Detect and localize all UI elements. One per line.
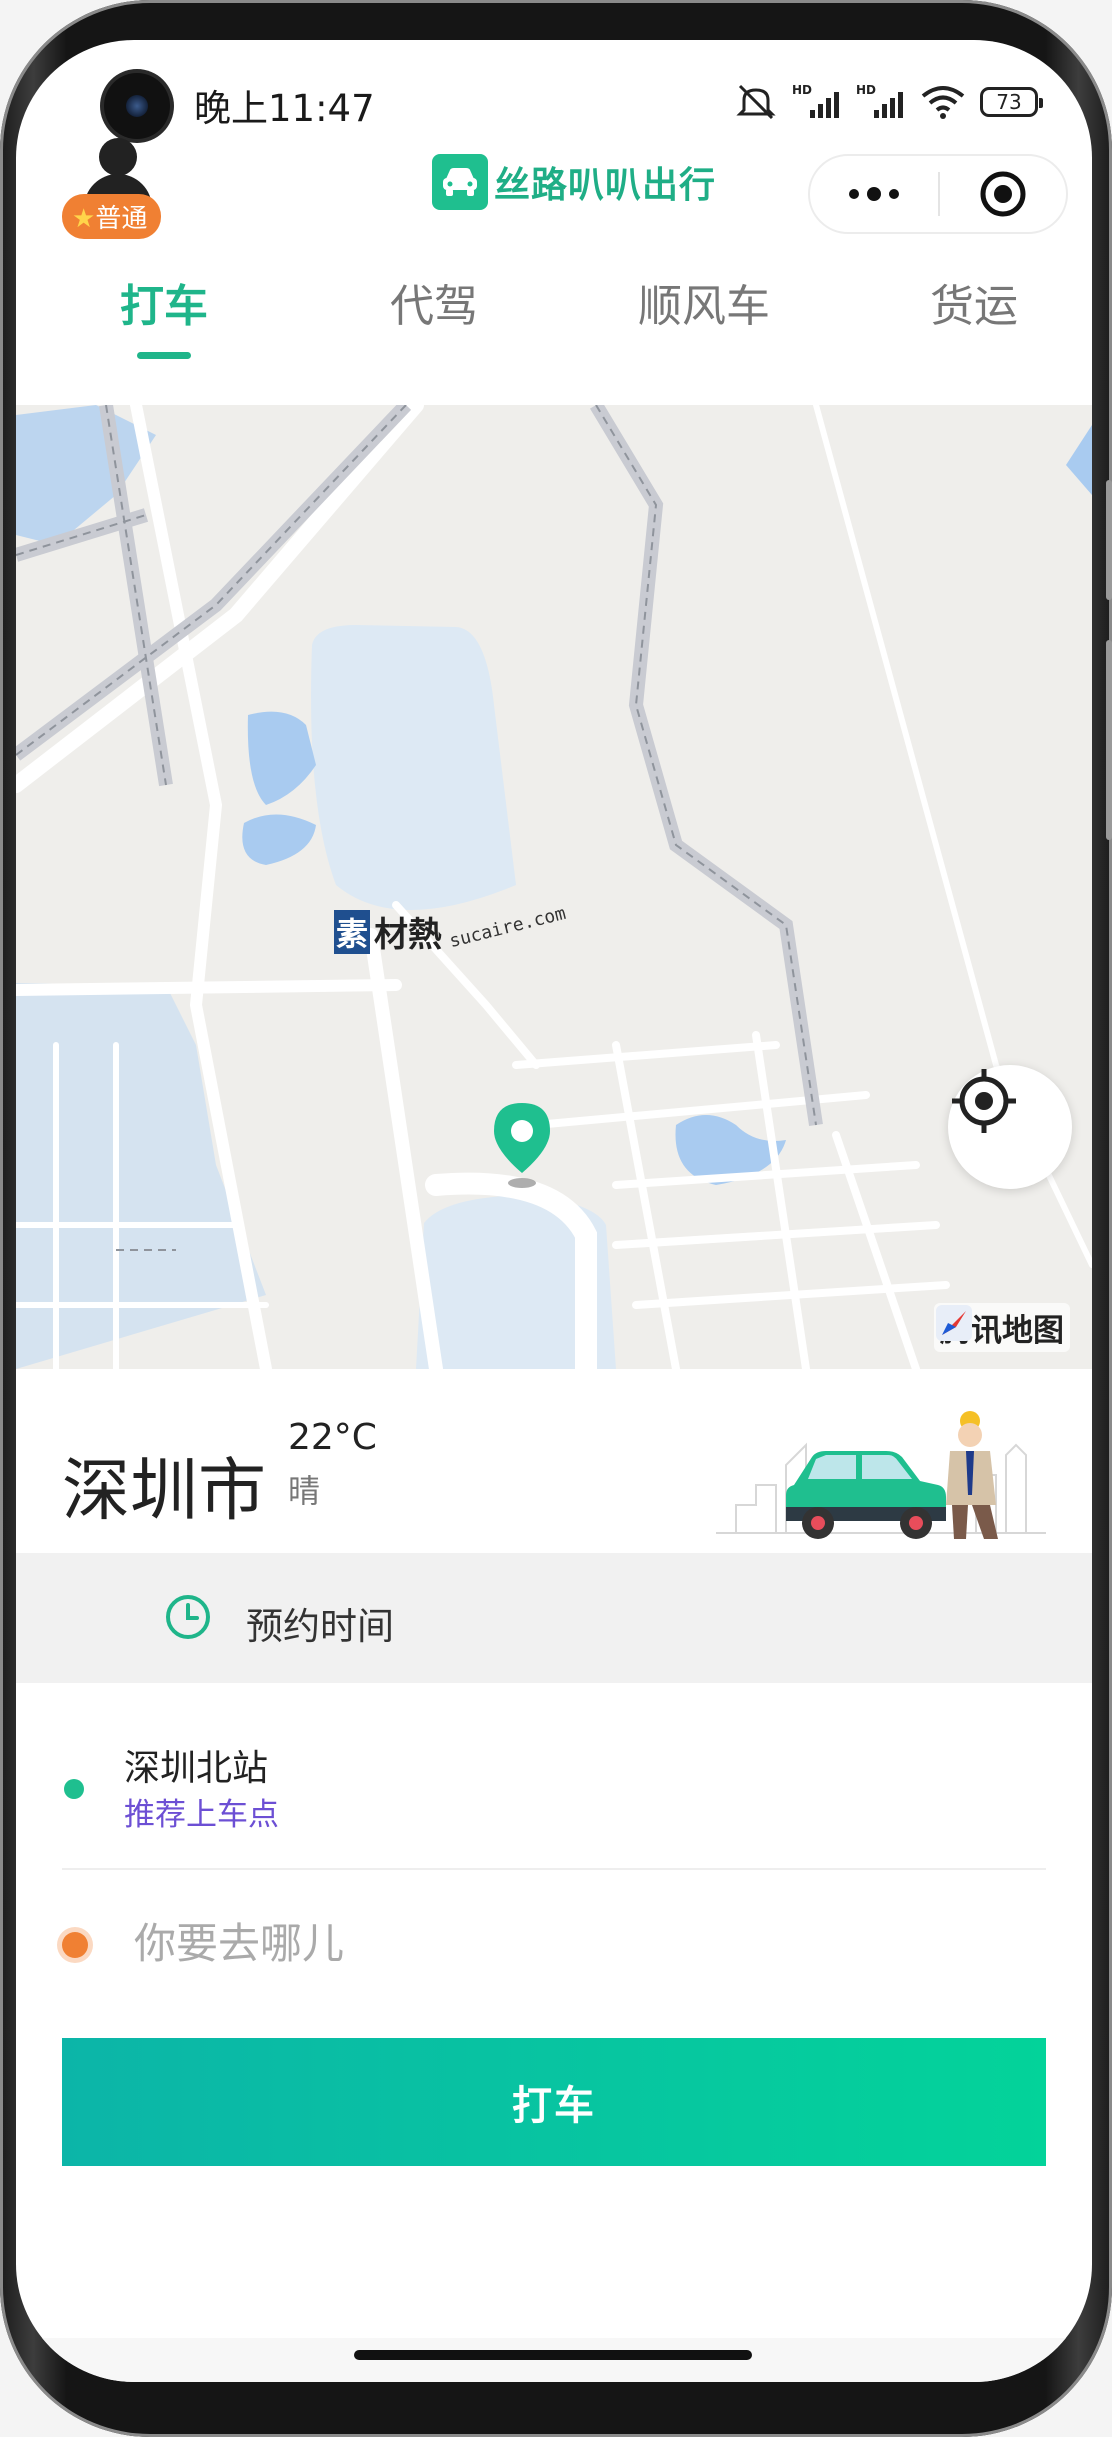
locate-icon	[952, 1069, 1016, 1133]
app-name: 丝路叭叭出行	[494, 165, 717, 206]
service-tabs: 打车 代驾 顺风车 货运	[16, 270, 1092, 390]
destination-dot	[62, 1932, 88, 1958]
tab-taxi[interactable]: 打车	[64, 270, 264, 334]
star-icon: ★	[72, 204, 96, 234]
phone-frame: 晚上11:47 HD HD 73 ★普通 丝路叭叭出行 打车 代驾 顺风车 货运…	[0, 0, 1112, 2437]
city-name: 深圳市	[62, 1452, 267, 1531]
tab-chauffeur[interactable]: 代驾	[334, 270, 534, 334]
city-weather-panel: 深圳市 22°C 晴	[16, 1369, 1092, 1553]
status-bar: 晚上11:47 HD HD 73	[16, 40, 1092, 160]
signal-hd-icon: HD	[792, 83, 839, 118]
clock-icon	[166, 1595, 210, 1639]
location-pin-icon[interactable]	[490, 1101, 554, 1189]
temperature: 22°C	[288, 1417, 377, 1458]
member-badge: ★普通	[62, 194, 162, 239]
close-target-icon	[980, 171, 1026, 217]
avatar-head	[99, 138, 137, 176]
pickup-field[interactable]: 深圳北站 推荐上车点	[16, 1683, 1092, 1867]
pickup-hint: 推荐上车点	[124, 1797, 279, 1833]
destination-input[interactable]: 你要去哪儿	[134, 1910, 344, 1971]
wifi-icon	[921, 86, 965, 119]
tab-freight[interactable]: 货运	[874, 270, 1074, 334]
map-view[interactable]: 素 材熱 sucaire.com 腾讯地图	[16, 405, 1092, 1369]
svg-text:HD: HD	[792, 83, 812, 97]
destination-field[interactable]: 你要去哪儿	[16, 1872, 1092, 2012]
bottom-safe-area	[16, 2338, 1092, 2382]
power-button	[1106, 640, 1112, 840]
reservation-label: 预约时间	[246, 1605, 394, 1648]
weather-condition: 晴	[288, 1472, 321, 1510]
watermark-text: 材熱	[374, 915, 442, 955]
capsule-menu	[808, 154, 1068, 234]
call-taxi-button[interactable]: 打车	[62, 2038, 1046, 2166]
car-icon	[432, 154, 488, 210]
watermark-logo: 素 材熱	[334, 907, 442, 956]
signal-hd-icon-2: HD	[856, 83, 903, 118]
mute-vibrate-icon	[736, 84, 776, 120]
status-time: 晚上11:47	[194, 87, 375, 130]
close-button[interactable]	[940, 170, 1066, 218]
reservation-row[interactable]: 预约时间	[16, 1553, 1092, 1683]
tab-carpool[interactable]: 顺风车	[604, 270, 804, 334]
battery-indicator: 73	[980, 87, 1043, 117]
tab-active-indicator	[137, 352, 191, 359]
address-divider	[62, 1868, 1046, 1870]
app-title: 丝路叭叭出行	[432, 154, 716, 210]
watermark-box: 素	[334, 909, 370, 954]
locate-me-button[interactable]	[948, 1065, 1072, 1189]
user-avatar[interactable]: ★普通	[62, 138, 172, 239]
front-camera	[104, 73, 170, 139]
svg-text:HD: HD	[856, 83, 876, 97]
badge-label: 普通	[95, 204, 148, 234]
more-button[interactable]	[810, 156, 938, 232]
home-indicator[interactable]	[354, 2350, 752, 2360]
volume-button	[1106, 480, 1112, 600]
screen: 晚上11:47 HD HD 73 ★普通 丝路叭叭出行 打车 代驾 顺风车 货运…	[16, 40, 1092, 2382]
pickup-dot	[64, 1779, 84, 1799]
pickup-name: 深圳北站	[124, 1748, 269, 1789]
status-icons: HD HD 73	[734, 80, 1043, 124]
tencent-map-logo-icon	[936, 1305, 972, 1341]
map-background	[16, 405, 1092, 1369]
map-brand: 腾讯地图	[934, 1303, 1070, 1352]
more-dots-icon	[849, 187, 899, 201]
car-driver-illustration	[716, 1411, 1046, 1539]
